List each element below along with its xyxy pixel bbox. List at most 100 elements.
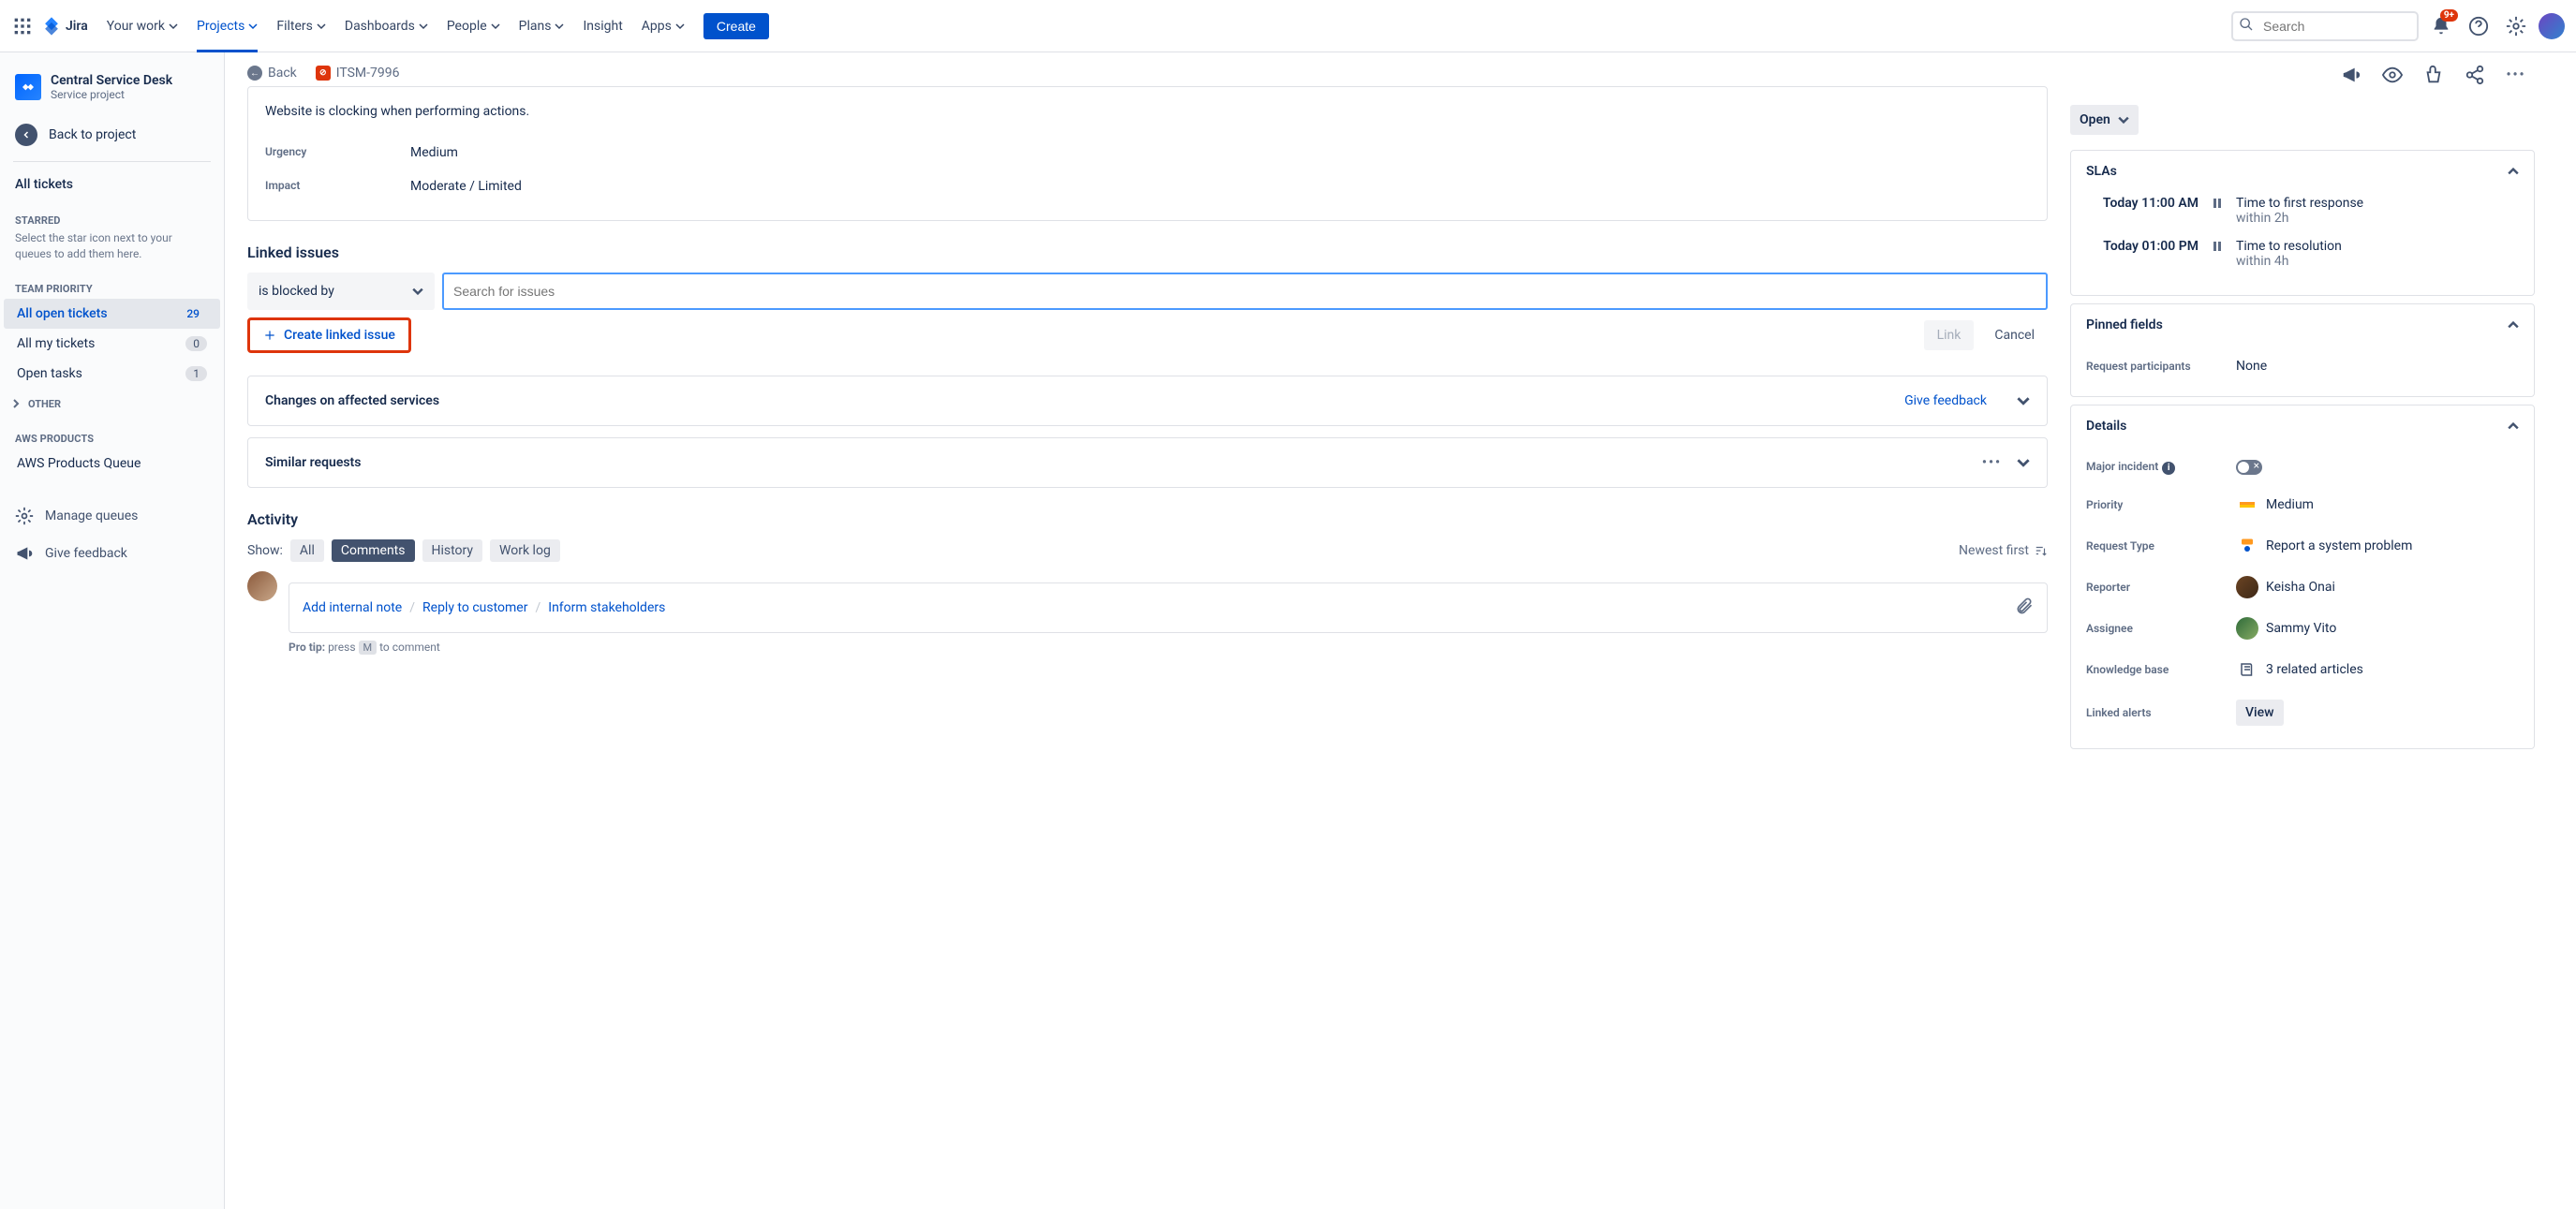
slas-panel-header[interactable]: SLAs: [2071, 151, 2534, 192]
description-text: Website is clocking when performing acti…: [265, 104, 2030, 119]
chevron-up-icon: [2508, 321, 2519, 329]
queue-open-tasks[interactable]: Open tasks 1: [4, 359, 220, 389]
vote-icon[interactable]: [2419, 60, 2449, 90]
show-label: Show:: [247, 543, 283, 558]
more-icon[interactable]: •••: [1982, 455, 2002, 470]
assignee-avatar: [2236, 617, 2258, 640]
project-name: Central Service Desk: [51, 73, 172, 88]
reporter-field[interactable]: Reporter Keisha Onai: [2086, 567, 2519, 608]
feedback-megaphone-icon[interactable]: [2336, 60, 2366, 90]
team-priority-section: TEAM PRIORITY: [0, 270, 224, 299]
impact-label: Impact: [265, 179, 410, 194]
give-feedback-link[interactable]: Give feedback: [1904, 393, 1987, 408]
create-button[interactable]: Create: [703, 13, 769, 39]
back-button[interactable]: ← Back: [247, 66, 297, 81]
view-alerts-button[interactable]: View: [2236, 700, 2284, 726]
search-icon: [2239, 17, 2254, 36]
tab-comments[interactable]: Comments: [332, 539, 415, 562]
profile-avatar[interactable]: [2539, 13, 2565, 39]
comment-input-box[interactable]: Add internal note / Reply to customer / …: [289, 582, 2048, 633]
project-type: Service project: [51, 88, 172, 101]
nav-people[interactable]: People: [439, 0, 508, 52]
sla-row-resolution: Today 01:00 PM Time to resolution within…: [2086, 239, 2519, 269]
tab-all[interactable]: All: [290, 539, 324, 562]
tab-history[interactable]: History: [422, 539, 483, 562]
attachment-icon[interactable]: [2015, 597, 2034, 619]
help-icon[interactable]: [2464, 11, 2494, 41]
manage-queues[interactable]: Manage queues: [0, 497, 224, 535]
nav-apps[interactable]: Apps: [634, 0, 692, 52]
nav-plans[interactable]: Plans: [511, 0, 572, 52]
impact-value: Moderate / Limited: [410, 179, 522, 194]
link-type-select[interactable]: is blocked by: [247, 273, 435, 310]
link-button: Link: [1924, 320, 1975, 350]
pinned-fields-header[interactable]: Pinned fields: [2071, 304, 2534, 346]
similar-requests-panel[interactable]: Similar requests •••: [247, 437, 2048, 488]
app-switcher-icon[interactable]: [11, 15, 34, 37]
nav-your-work[interactable]: Your work: [99, 0, 185, 52]
other-section[interactable]: OTHER: [0, 389, 224, 420]
add-internal-note[interactable]: Add internal note: [303, 600, 402, 615]
reply-to-customer[interactable]: Reply to customer: [422, 600, 527, 615]
queue-my-tickets[interactable]: All my tickets 0: [4, 329, 220, 359]
book-icon: [2236, 658, 2258, 681]
share-icon[interactable]: [2460, 60, 2490, 90]
details-header[interactable]: Details: [2071, 405, 2534, 447]
linked-issues-title: Linked issues: [247, 243, 2048, 261]
starred-description: Select the star icon next to your queues…: [0, 230, 224, 270]
nav-insight[interactable]: Insight: [575, 0, 629, 52]
current-user-avatar: [247, 571, 277, 601]
settings-icon[interactable]: [2501, 11, 2531, 41]
aws-section: AWS PRODUCTS: [0, 420, 224, 449]
info-icon[interactable]: i: [2162, 462, 2175, 475]
watch-icon[interactable]: [2377, 60, 2407, 90]
queue-aws[interactable]: AWS Products Queue: [4, 449, 220, 479]
chevron-up-icon: [2508, 422, 2519, 430]
reporter-avatar: [2236, 576, 2258, 598]
more-actions-icon[interactable]: •••: [2501, 60, 2531, 90]
sort-newest-first[interactable]: Newest first: [1959, 543, 2048, 558]
urgency-label: Urgency: [265, 145, 410, 160]
queue-all-open[interactable]: All open tickets 29: [4, 299, 220, 329]
request-participants-field[interactable]: Request participants None: [2086, 349, 2519, 383]
plus-icon: [263, 329, 276, 342]
chevron-up-icon: [2508, 168, 2519, 175]
chevron-down-icon: [2118, 116, 2129, 124]
request-type-field[interactable]: Request Type Report a system problem: [2086, 525, 2519, 567]
sort-icon: [2035, 544, 2048, 557]
create-linked-issue-button[interactable]: Create linked issue: [247, 317, 411, 353]
status-dropdown[interactable]: Open: [2070, 105, 2139, 135]
give-feedback-sidebar[interactable]: Give feedback: [0, 535, 224, 572]
all-tickets-link[interactable]: All tickets: [0, 168, 224, 201]
issue-key-link[interactable]: ⊘ ITSM-7996: [316, 66, 400, 81]
link-search-input[interactable]: [442, 273, 2048, 310]
nav-filters[interactable]: Filters: [269, 0, 333, 52]
sla-row-first-response: Today 11:00 AM Time to first response wi…: [2086, 196, 2519, 226]
bug-type-icon: ⊘: [316, 66, 331, 81]
global-search-input[interactable]: [2231, 11, 2419, 41]
activity-title: Activity: [247, 510, 2048, 528]
pause-icon: [2210, 196, 2225, 211]
priority-field[interactable]: Priority Medium: [2086, 484, 2519, 525]
pause-icon: [2210, 239, 2225, 254]
major-incident-field: Major incidenti: [2086, 450, 2519, 484]
nav-dashboards[interactable]: Dashboards: [337, 0, 436, 52]
urgency-value: Medium: [410, 145, 458, 160]
cancel-button[interactable]: Cancel: [1981, 320, 2048, 350]
notifications-icon[interactable]: 9+: [2426, 11, 2456, 41]
assignee-field[interactable]: Assignee Sammy Vito: [2086, 608, 2519, 649]
back-to-project[interactable]: Back to project: [0, 114, 224, 155]
tab-worklog[interactable]: Work log: [490, 539, 560, 562]
jira-logo[interactable]: Jira: [41, 16, 88, 37]
description-panel: Website is clocking when performing acti…: [247, 86, 2048, 221]
notification-badge: 9+: [2440, 9, 2458, 22]
back-circle-icon: ←: [247, 66, 262, 81]
changes-affected-panel[interactable]: Changes on affected services Give feedba…: [247, 376, 2048, 426]
nav-projects[interactable]: Projects: [189, 0, 265, 52]
inform-stakeholders[interactable]: Inform stakeholders: [548, 600, 665, 615]
major-incident-toggle[interactable]: [2236, 460, 2262, 475]
pro-tip-hint: Pro tip: press M to comment: [289, 641, 2048, 654]
project-header[interactable]: Central Service Desk Service project: [0, 60, 224, 114]
knowledge-base-field[interactable]: Knowledge base 3 related articles: [2086, 649, 2519, 690]
brand-text: Jira: [66, 19, 88, 34]
